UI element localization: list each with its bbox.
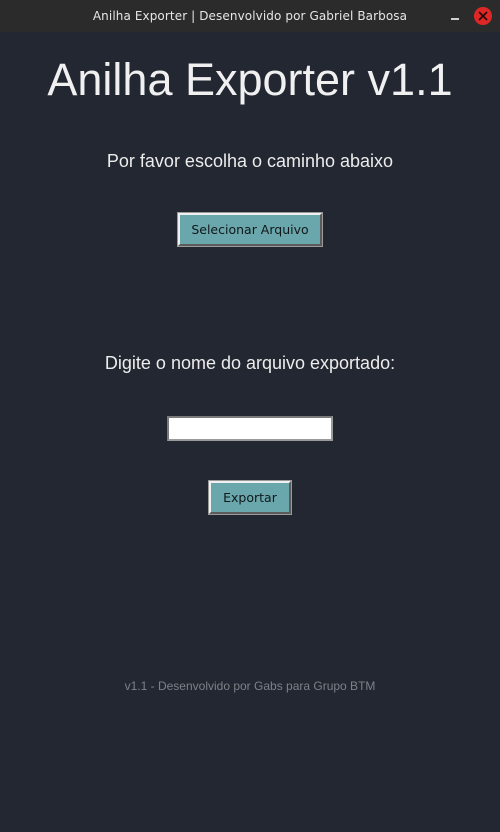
title-bar[interactable]: Anilha Exporter | Desenvolvido por Gabri… [0,0,500,32]
instruction-text: Por favor escolha o caminho abaixo [106,151,394,171]
minimize-icon[interactable] [446,7,464,25]
window-title: Anilha Exporter | Desenvolvido por Gabri… [92,9,408,23]
select-file-button[interactable]: Selecionar Arquivo [177,212,323,247]
app-window: Anilha Exporter | Desenvolvido por Gabri… [0,0,500,832]
close-x-icon [478,11,488,21]
page-title: Anilha Exporter v1.1 [47,54,453,105]
footer-text: v1.1 - Desenvolvido por Gabs para Grupo … [124,679,376,693]
export-button[interactable]: Exportar [208,480,292,515]
filename-input[interactable] [167,416,333,441]
close-icon[interactable] [474,7,492,25]
filename-prompt-label: Digite o nome do arquivo exportado: [104,353,396,373]
